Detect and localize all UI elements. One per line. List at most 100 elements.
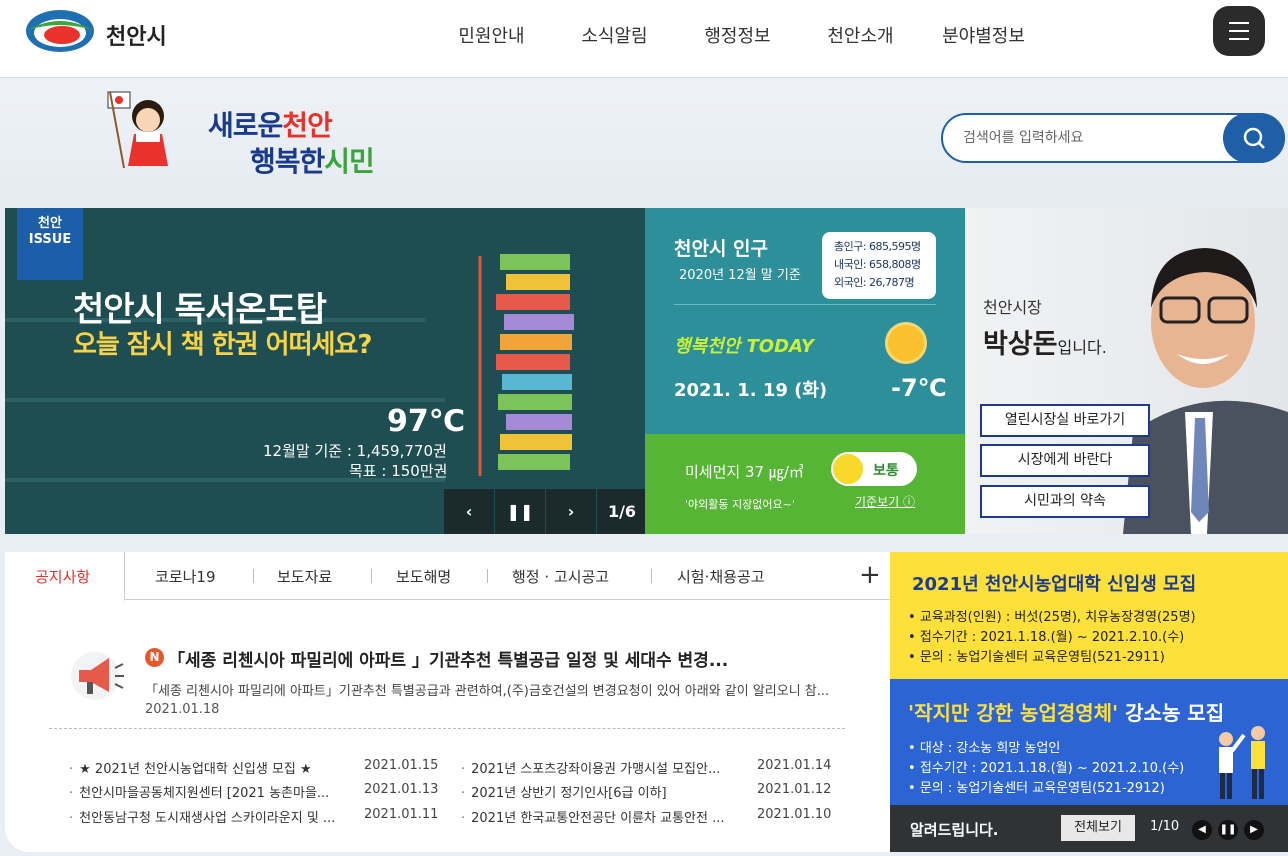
city-logo-icon[interactable] bbox=[24, 8, 96, 54]
list-item[interactable]: · 천안동남구청 도시재생사업 스카이라운지 및 ... bbox=[69, 807, 335, 826]
book-tower-icon bbox=[478, 254, 574, 476]
list-item[interactable]: · ★ 2021년 천안시농업대학 신입생 모집 ★ bbox=[69, 758, 312, 777]
site-title[interactable]: 천안시 bbox=[106, 19, 167, 51]
more-button[interactable]: + bbox=[859, 560, 881, 590]
pause-icon: ❚❚ bbox=[506, 502, 534, 521]
dust-criteria-link[interactable]: 기준보기 ⓘ bbox=[855, 493, 915, 510]
list-item-date: 2021.01.12 bbox=[757, 782, 832, 797]
population-panel: 천안시 인구 2020년 12월 말 기준 총인구: 685,595명 내국인:… bbox=[645, 208, 965, 434]
people-illustration bbox=[1219, 726, 1265, 799]
promo-item: • 대상 : 강소농 희망 농업인 bbox=[908, 741, 1061, 756]
divider bbox=[253, 569, 254, 583]
view-all-button[interactable]: 전체보기 bbox=[1061, 815, 1135, 841]
promo-banner-small-farm[interactable]: '작지만 강한 농업경영체' 강소농 모집 • 대상 : 강소농 희망 농업인 … bbox=[890, 679, 1288, 805]
chevron-left-icon: ‹ bbox=[465, 502, 473, 521]
list-item[interactable]: · 2021년 한국교통안전공단 이륜차 교통안전 ... bbox=[461, 807, 725, 826]
issue-badge: 천안 ISSUE bbox=[17, 208, 83, 280]
chevron-left-icon: ◀ bbox=[1198, 824, 1206, 835]
promo-page: 1/10 bbox=[1150, 819, 1180, 834]
tab-explanation[interactable]: 보도해명 bbox=[396, 566, 451, 587]
search-input[interactable] bbox=[963, 127, 1213, 149]
site-header: 천안시 민원안내 소식알림 행정정보 천안소개 분야별정보 bbox=[0, 0, 1288, 78]
smile-icon bbox=[833, 454, 863, 484]
nav-item-about[interactable]: 천안소개 bbox=[799, 22, 922, 48]
weather-temperature: -7℃ bbox=[891, 374, 947, 402]
nav-item-news[interactable]: 소식알림 bbox=[553, 22, 676, 48]
search-button[interactable] bbox=[1223, 113, 1285, 163]
mayor-name: 박상돈입니다. bbox=[983, 329, 1107, 360]
promo-item: • 교육과정(인원) : 버섯(25명), 치유농장경영(25명) bbox=[908, 610, 1196, 625]
prev-button[interactable]: ‹ bbox=[444, 489, 494, 534]
mascot-icon bbox=[107, 91, 168, 169]
promo-next-button[interactable]: ▶ bbox=[1244, 820, 1264, 840]
mayor-office-button[interactable]: 열린시장실 바로가기 bbox=[980, 404, 1150, 437]
all-menu-button[interactable] bbox=[1213, 6, 1265, 56]
dust-note: '야외활동 지장없어요~' bbox=[685, 498, 795, 511]
notice-board: 공지사항 코로나19 보도자료 보도해명 행정 · 고시공고 시험·채용공고 +… bbox=[5, 552, 890, 852]
population-foreign: 외국인: 26,787명 bbox=[834, 276, 915, 289]
divider bbox=[371, 569, 372, 583]
promo-bar-title: 알려드립니다. bbox=[910, 821, 999, 839]
today-label: 행복천안 TODAY bbox=[674, 336, 814, 357]
search-icon bbox=[1243, 127, 1265, 149]
promo-item: • 문의 : 농업기술센터 교육운영팀(521-2912) bbox=[908, 781, 1165, 796]
pause-icon: ❚❚ bbox=[1219, 824, 1237, 835]
population-domestic: 내국인: 658,808명 bbox=[834, 258, 921, 271]
featured-notice-title[interactable]: 「세종 리첸시아 파밀리에 아파트 」기관추천 특별공급 일정 및 세대수 변경… bbox=[168, 646, 728, 671]
list-item[interactable]: · 2021년 스포츠강좌이용권 가맹시설 모집안... bbox=[461, 758, 720, 777]
list-item-date: 2021.01.13 bbox=[364, 782, 439, 797]
issue-goal: 목표 : 150만권 bbox=[349, 462, 448, 480]
list-item-date: 2021.01.11 bbox=[364, 807, 439, 822]
divider bbox=[651, 569, 652, 583]
population-total: 총인구: 685,595명 bbox=[834, 240, 921, 253]
banner-controls: ‹ ❚❚ › 1/6 bbox=[444, 489, 645, 534]
list-item-date: 2021.01.14 bbox=[757, 758, 832, 773]
next-button[interactable]: › bbox=[546, 489, 596, 534]
issue-temperature: 97℃ bbox=[387, 404, 466, 439]
tab-notice[interactable]: 공지사항 bbox=[35, 566, 90, 587]
list-item[interactable]: · 2021년 상반기 정기인사[6급 이하] bbox=[461, 782, 667, 801]
promo-prev-button[interactable]: ◀ bbox=[1192, 820, 1212, 840]
divider bbox=[49, 728, 845, 729]
chevron-right-icon: ▶ bbox=[1250, 824, 1258, 835]
list-item-date: 2021.01.10 bbox=[757, 807, 832, 822]
promo-banner-agri-college[interactable]: 2021년 천안시농업대학 신입생 모집 • 교육과정(인원) : 버섯(25명… bbox=[890, 552, 1288, 679]
slogan-line1: 새로운천안 bbox=[208, 109, 333, 142]
issue-banner[interactable]: 천안 ISSUE 천안시 독서온도탑 오늘 잠시 책 한권 어떠세요? 97℃ … bbox=[5, 208, 645, 534]
divider bbox=[674, 304, 936, 305]
featured-notice-date: 2021.01.18 bbox=[145, 702, 220, 717]
chevron-right-icon: › bbox=[567, 502, 575, 521]
slogan-line2: 행복한시민 bbox=[250, 145, 375, 178]
promise-button[interactable]: 시민과의 약속 bbox=[980, 485, 1150, 518]
dust-label: 미세먼지 37 ㎍/㎥ bbox=[685, 463, 804, 481]
tab-recruit[interactable]: 시험·채용공고 bbox=[677, 566, 765, 587]
promo-item: • 문의 : 농업기술센터 교육운영팀(521-2911) bbox=[908, 650, 1165, 665]
mayor-subtitle: 천안시장 bbox=[983, 298, 1042, 317]
hamburger-icon bbox=[1229, 30, 1249, 32]
tab-covid[interactable]: 코로나19 bbox=[155, 566, 216, 587]
tab-announcement[interactable]: 행정 · 고시공고 bbox=[512, 566, 609, 587]
sun-icon bbox=[885, 322, 927, 364]
featured-notice-desc[interactable]: 「세종 리첸시아 파밀리에 아파트」기관추천 특별공급과 관련하여,(주)금호건… bbox=[145, 680, 845, 699]
hamburger-icon bbox=[1229, 38, 1249, 40]
nav-item-fields[interactable]: 분야별정보 bbox=[922, 22, 1045, 48]
tab-press[interactable]: 보도자료 bbox=[277, 566, 332, 587]
mayor-panel: 천안시장 박상돈입니다. 열린시장실 바로가기 시장에게 바란다 시민과의 약속 bbox=[965, 208, 1288, 534]
promo-pause-button[interactable]: ❚❚ bbox=[1218, 820, 1238, 840]
issue-count: 12월말 기준 : 1,459,770권 bbox=[263, 442, 447, 460]
promo-controls: 알려드립니다. 전체보기 1/10 ◀ ❚❚ ▶ bbox=[890, 805, 1288, 852]
shelf bbox=[5, 398, 445, 402]
petition-button[interactable]: 시장에게 바란다 bbox=[980, 444, 1150, 477]
pause-button[interactable]: ❚❚ bbox=[495, 489, 545, 534]
nav-item-civil[interactable]: 민원안내 bbox=[430, 22, 553, 48]
list-item[interactable]: · 천안시마을공동체지원센터 [2021 농촌마을... bbox=[69, 782, 329, 801]
population-title: 천안시 인구 bbox=[674, 238, 769, 260]
promo-title: '작지만 강한 농업경영체' 강소농 모집 bbox=[908, 701, 1225, 725]
new-badge: N bbox=[145, 648, 164, 667]
promo-title: 2021년 천안시농업대학 신입생 모집 bbox=[912, 574, 1197, 595]
megaphone-icon bbox=[71, 652, 124, 700]
dust-status: 보통 bbox=[873, 463, 899, 479]
nav-item-admin[interactable]: 행정정보 bbox=[676, 22, 799, 48]
banner-page: 1/6 bbox=[597, 489, 645, 534]
hamburger-icon bbox=[1229, 22, 1249, 24]
